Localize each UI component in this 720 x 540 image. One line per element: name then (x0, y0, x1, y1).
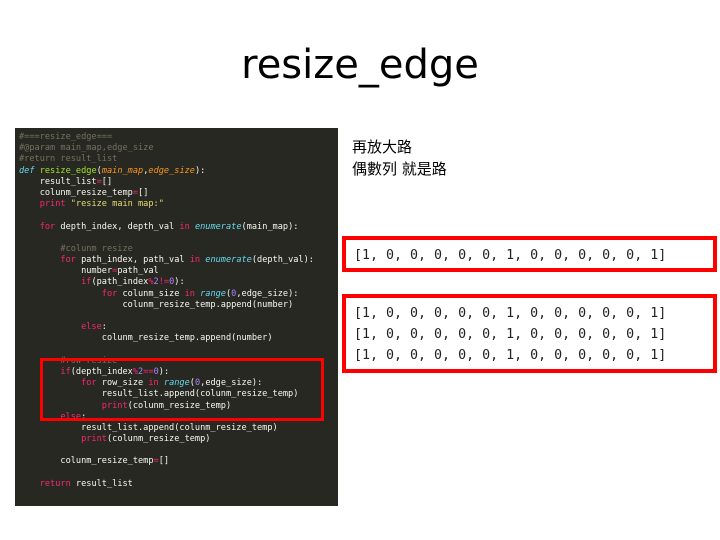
code-token: else (19, 322, 102, 333)
code-line: colunm_resize_temp.append(number) (19, 333, 338, 344)
code-line: if(path_index%2!=0): (19, 277, 338, 288)
code-line: result_list=[] (19, 177, 338, 188)
code-line: #@param main_map,edge_size (19, 143, 338, 154)
code-token: in (179, 221, 195, 232)
code-token: if (19, 277, 92, 288)
output-line: [1, 0, 0, 0, 0, 0, 1, 0, 0, 0, 0, 0, 1] (354, 348, 667, 363)
code-token: enumerate (194, 221, 242, 232)
code-token: print (19, 434, 107, 445)
code-line: return result_list (19, 479, 338, 490)
code-token: for (19, 221, 61, 232)
code-line: for path_index, path_val in enumerate(de… (19, 255, 338, 266)
code-line: for colunm_size in range(0,edge_size): (19, 289, 338, 300)
code-line: #return result_list (19, 154, 338, 165)
output-line: [1, 0, 0, 0, 0, 0, 1, 0, 0, 0, 0, 0, 1] (354, 248, 667, 263)
code-line: def resize_edge(main_map,edge_size): (19, 166, 338, 177)
note-line-2: 偶數列 就是路 (352, 160, 447, 178)
code-token: #return result_list (19, 154, 118, 165)
code-token: enumerate (205, 255, 252, 266)
note-line-1: 再放大路 (352, 138, 413, 156)
code-token: main_map (101, 165, 144, 176)
code-token: (depth_val): (251, 255, 314, 266)
code-line: #===resize_edge=== (19, 132, 338, 143)
annotation-note: 再放大路 偶數列 就是路 (352, 136, 447, 180)
code-token: def (19, 165, 40, 176)
code-token: colunm_resize_temp.append(number) (19, 333, 273, 344)
code-token: result_list.append(colunm_resize_temp) (19, 422, 278, 433)
code-token: number (19, 266, 113, 277)
code-token: (colunm_resize_temp) (106, 434, 211, 445)
code-token: #===resize_edge=== (19, 132, 113, 142)
code-token: depth_index, depth_val (60, 221, 180, 232)
code-token: colunm_resize_temp (19, 187, 133, 198)
code-token: for (19, 288, 123, 299)
code-token: result_list (19, 176, 97, 187)
code-line: for depth_index, depth_val in enumerate(… (19, 222, 338, 233)
code-token: colunm_resize_temp (19, 456, 154, 467)
code-token: : (101, 322, 107, 333)
code-token: result_list (75, 478, 133, 489)
code-token: (main_map): (241, 221, 299, 232)
code-token: colunm_resize_temp.append(number) (19, 299, 294, 310)
code-token: #colunm resize (19, 243, 133, 254)
code-token: ): (174, 277, 185, 288)
code-token: [] (158, 456, 170, 467)
output-line: [1, 0, 0, 0, 0, 0, 1, 0, 0, 0, 0, 0, 1] (354, 327, 667, 342)
code-line: print(colunm_resize_temp) (19, 434, 338, 445)
code-line: colunm_resize_temp.append(number) (19, 300, 338, 311)
code-token: print (19, 199, 71, 210)
code-token: resize_edge (39, 165, 97, 176)
code-token: "resize main map:" (70, 199, 164, 210)
code-token: != (158, 277, 170, 288)
code-line: print "resize main map:" (19, 199, 338, 210)
code-line: else: (19, 322, 338, 333)
output-line: [1, 0, 0, 0, 0, 0, 1, 0, 0, 0, 0, 0, 1] (354, 306, 667, 321)
code-line: result_list.append(colunm_resize_temp) (19, 423, 338, 434)
code-token: in (184, 288, 201, 299)
row-resize-highlight-box (40, 358, 324, 421)
resized-rows-output-box: [1, 0, 0, 0, 0, 0, 1, 0, 0, 0, 0, 0, 1] … (342, 294, 717, 373)
code-token: edge_size (148, 165, 195, 176)
code-token: colunm_size (122, 288, 185, 299)
slide-title: resize_edge (241, 42, 479, 88)
code-token: (path_index (91, 277, 149, 288)
code-token: for (19, 255, 82, 266)
code-token: return (19, 478, 76, 489)
code-token: #@param main_map,edge_size (19, 143, 154, 154)
code-line: colunm_resize_temp=[] (19, 188, 338, 199)
code-token: range (200, 288, 226, 299)
code-token: [] (138, 187, 149, 198)
code-token: in (189, 255, 206, 266)
code-screenshot: #===resize_edge=== #@param main_map,edge_… (15, 128, 338, 506)
code-token: path_val (117, 266, 159, 277)
code-line: number=path_val (19, 266, 338, 277)
code-token: ,edge_size): (236, 288, 299, 299)
code-token: ): (194, 165, 206, 176)
code-line: colunm_resize_temp=[] (19, 456, 338, 467)
single-row-output-box: [1, 0, 0, 0, 0, 0, 1, 0, 0, 0, 0, 0, 1] (342, 236, 717, 272)
code-token: [] (101, 176, 113, 187)
code-token: path_index, path_val (81, 255, 190, 266)
code-line: #colunm resize (19, 244, 338, 255)
